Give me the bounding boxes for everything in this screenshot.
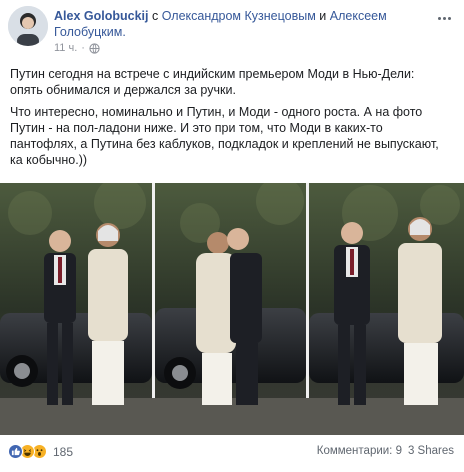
- author-avatar[interactable]: [8, 6, 48, 46]
- reaction-count[interactable]: 185: [53, 445, 73, 459]
- dot-icon: [447, 16, 451, 20]
- post-timestamp-link[interactable]: 11 ч.: [54, 42, 77, 54]
- post-meta: 11 ч. ·: [54, 42, 100, 54]
- shares-count-link[interactable]: 3 Shares: [408, 445, 454, 457]
- tagged-person-1-link[interactable]: Олександром Кузнецовым: [162, 9, 316, 23]
- with-prefix: с: [151, 9, 159, 23]
- dot-icon: [437, 16, 441, 20]
- post-photo[interactable]: [0, 183, 464, 435]
- like-icon: [8, 444, 23, 459]
- post-author-line: Alex Golobuckij с Олександром Кузнецовым…: [54, 8, 424, 40]
- person-figure: [88, 223, 128, 405]
- post-footer: 185 Комментарии: 9 3 Shares: [0, 438, 464, 468]
- post-paragraph-2: Что интересно, номинально и Путин, и Мод…: [10, 105, 439, 167]
- globe-icon[interactable]: [89, 42, 100, 54]
- person-figure: [196, 228, 262, 405]
- comments-count-link[interactable]: Комментарии: 9: [317, 445, 402, 457]
- author-name-link[interactable]: Alex Golobuckij: [54, 9, 148, 23]
- dot-icon: [442, 16, 446, 20]
- post-paragraph-1: Путин сегодня на встрече с индийским пре…: [10, 67, 415, 97]
- reactions-summary[interactable]: 185: [8, 444, 73, 459]
- facebook-post: Alex Golobuckij с Олександром Кузнецовым…: [0, 0, 464, 472]
- person-figure: [398, 217, 442, 405]
- meta-separator: ·: [81, 42, 85, 54]
- engagement-stats: Комментарии: 9 3 Shares: [317, 445, 454, 457]
- post-options-button[interactable]: [434, 8, 454, 28]
- and-word: и: [319, 9, 327, 23]
